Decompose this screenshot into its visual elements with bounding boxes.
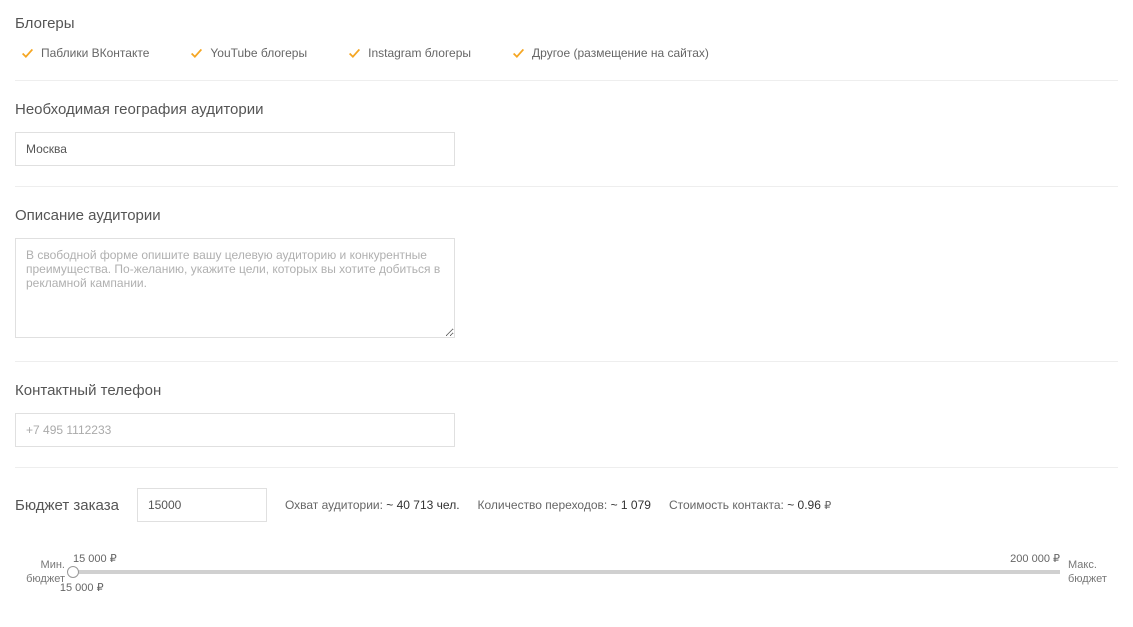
budget-title: Бюджет заказа	[15, 497, 119, 514]
phone-input[interactable]	[15, 413, 455, 447]
checkbox-label: Instagram блогеры	[368, 46, 471, 60]
bloggers-options: Паблики ВКонтакте YouTube блогеры Instag…	[15, 46, 1118, 60]
geography-section: Необходимая география аудитории	[15, 101, 1118, 166]
checkbox-instagram[interactable]: Instagram блогеры	[347, 46, 471, 60]
check-icon	[511, 46, 525, 60]
audience-title: Описание аудитории	[15, 207, 1118, 224]
checkbox-vk[interactable]: Паблики ВКонтакте	[20, 46, 149, 60]
metric-reach: Охват аудитории: ~ 40 713 чел.	[285, 498, 460, 512]
checkbox-label: Паблики ВКонтакте	[41, 46, 149, 60]
check-icon	[189, 46, 203, 60]
ruble-icon: ₽	[110, 552, 117, 565]
slider-wrap: 15 000 ₽ 200 000 ₽ 15 000 ₽	[73, 552, 1060, 592]
slider-min-label: Мин. бюджет	[15, 558, 65, 586]
geography-title: Необходимая география аудитории	[15, 101, 1118, 118]
geography-input[interactable]	[15, 132, 455, 166]
check-icon	[347, 46, 361, 60]
metric-clicks: Количество переходов: ~ 1 079	[478, 498, 651, 512]
divider	[15, 186, 1118, 187]
audience-section: Описание аудитории	[15, 207, 1118, 341]
phone-section: Контактный телефон	[15, 382, 1118, 447]
phone-title: Контактный телефон	[15, 382, 1118, 399]
ruble-icon: ₽	[97, 581, 104, 594]
budget-input[interactable]	[137, 488, 267, 522]
check-icon	[20, 46, 34, 60]
budget-section: Бюджет заказа Охват аудитории: ~ 40 713 …	[15, 488, 1118, 592]
divider	[15, 80, 1118, 81]
divider	[15, 361, 1118, 362]
bloggers-title: Блогеры	[15, 15, 1118, 32]
budget-row: Бюджет заказа Охват аудитории: ~ 40 713 …	[15, 488, 1118, 522]
audience-textarea[interactable]	[15, 238, 455, 338]
ruble-icon: ₽	[1053, 552, 1060, 565]
slider-handle[interactable]	[67, 566, 79, 578]
checkbox-label: Другое (размещение на сайтах)	[532, 46, 709, 60]
divider	[15, 467, 1118, 468]
bloggers-section: Блогеры Паблики ВКонтакте YouTube блогер…	[15, 15, 1118, 60]
slider-track[interactable]	[73, 570, 1060, 574]
slider-max-value: 200 000 ₽	[1010, 552, 1060, 565]
checkbox-youtube[interactable]: YouTube блогеры	[189, 46, 307, 60]
budget-slider-container: Мин. бюджет 15 000 ₽ 200 000 ₽ 15 000 ₽ …	[15, 552, 1118, 592]
slider-max-label: Макс. бюджет	[1068, 558, 1118, 586]
slider-min-value: 15 000 ₽	[73, 552, 117, 565]
slider-current-value: 15 000 ₽	[60, 581, 104, 594]
checkbox-other[interactable]: Другое (размещение на сайтах)	[511, 46, 709, 60]
slider-top-labels: 15 000 ₽ 200 000 ₽	[73, 552, 1060, 565]
metric-cost: Стоимость контакта: ~ 0.96 ₽	[669, 498, 831, 512]
ruble-icon: ₽	[824, 499, 831, 512]
checkbox-label: YouTube блогеры	[210, 46, 307, 60]
